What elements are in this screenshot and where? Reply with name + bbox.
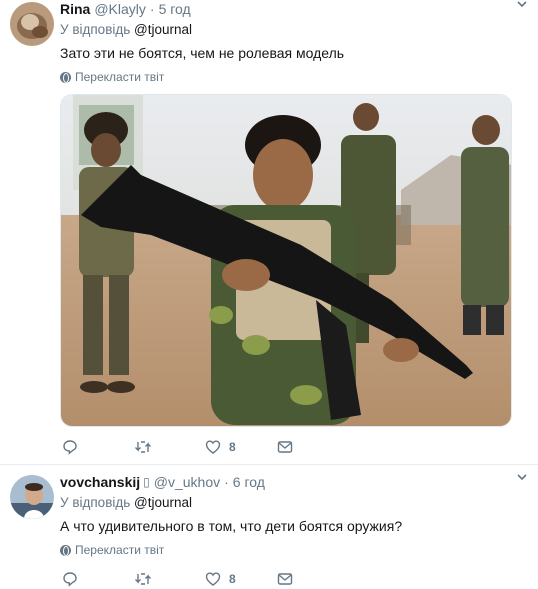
user-handle[interactable]: @Klayly: [94, 1, 146, 17]
chevron-down-icon[interactable]: [516, 471, 528, 486]
reply-button[interactable]: [62, 569, 78, 589]
translate-link[interactable]: Перекласти твіт: [60, 70, 164, 84]
like-button[interactable]: 8: [205, 437, 236, 457]
user-name[interactable]: Rina: [60, 1, 90, 17]
direct-message-button[interactable]: [277, 437, 293, 457]
reply-context: У відповідь @tjournal: [60, 22, 192, 37]
tweet-header: vovchanskij ▯ @v_ukhov · 6 год: [60, 473, 528, 491]
reply-mention-link[interactable]: @tjournal: [134, 495, 192, 510]
tweet[interactable]: vovchanskij ▯ @v_ukhov · 6 год У відпові…: [0, 464, 538, 589]
translate-label: Перекласти твіт: [75, 70, 165, 84]
reply-button[interactable]: [62, 437, 78, 457]
avatar[interactable]: [10, 475, 54, 519]
reply-prefix: У відповідь: [60, 22, 131, 37]
separator: ·: [224, 474, 229, 490]
reply-icon: [62, 439, 78, 455]
timestamp[interactable]: 6 год: [233, 474, 265, 490]
tweet-actions: 8: [62, 569, 302, 589]
retweet-button[interactable]: [134, 437, 152, 457]
like-count: 8: [229, 572, 236, 586]
separator: ·: [149, 1, 155, 17]
reply-icon: [62, 571, 78, 587]
reply-prefix: У відповідь: [60, 495, 131, 510]
translate-link[interactable]: Перекласти твіт: [60, 543, 164, 557]
retweet-button[interactable]: [134, 569, 152, 589]
timestamp[interactable]: 5 год: [159, 1, 191, 17]
tweet[interactable]: Rina @Klayly · 5 год У відповідь @tjourn…: [0, 0, 538, 464]
retweet-icon: [134, 571, 152, 587]
reply-context: У відповідь @tjournal: [60, 495, 192, 510]
user-handle[interactable]: @v_ukhov: [154, 474, 220, 490]
envelope-icon: [277, 571, 293, 587]
heart-icon: [205, 439, 221, 455]
reply-mention-link[interactable]: @tjournal: [134, 22, 192, 37]
avatar[interactable]: [10, 2, 54, 46]
tweet-header: Rina @Klayly · 5 год: [60, 0, 528, 18]
heart-icon: [205, 571, 221, 587]
tweet-photo[interactable]: [60, 94, 512, 427]
retweet-icon: [134, 439, 152, 455]
user-name[interactable]: vovchanskij: [60, 474, 140, 490]
like-button[interactable]: 8: [205, 569, 236, 589]
like-count: 8: [229, 440, 236, 454]
translate-label: Перекласти твіт: [75, 543, 165, 557]
globe-icon: [60, 71, 71, 83]
envelope-icon: [277, 439, 293, 455]
tweet-text: А что удивительного в том, что дети боят…: [60, 518, 403, 534]
tweet-actions: 8: [62, 437, 302, 457]
globe-icon: [60, 544, 71, 556]
badge-icon: ▯: [143, 475, 150, 489]
direct-message-button[interactable]: [277, 569, 293, 589]
tweet-text: Зато эти не боятся, чем не ролевая модел…: [60, 45, 345, 61]
chevron-down-icon[interactable]: [516, 0, 528, 13]
